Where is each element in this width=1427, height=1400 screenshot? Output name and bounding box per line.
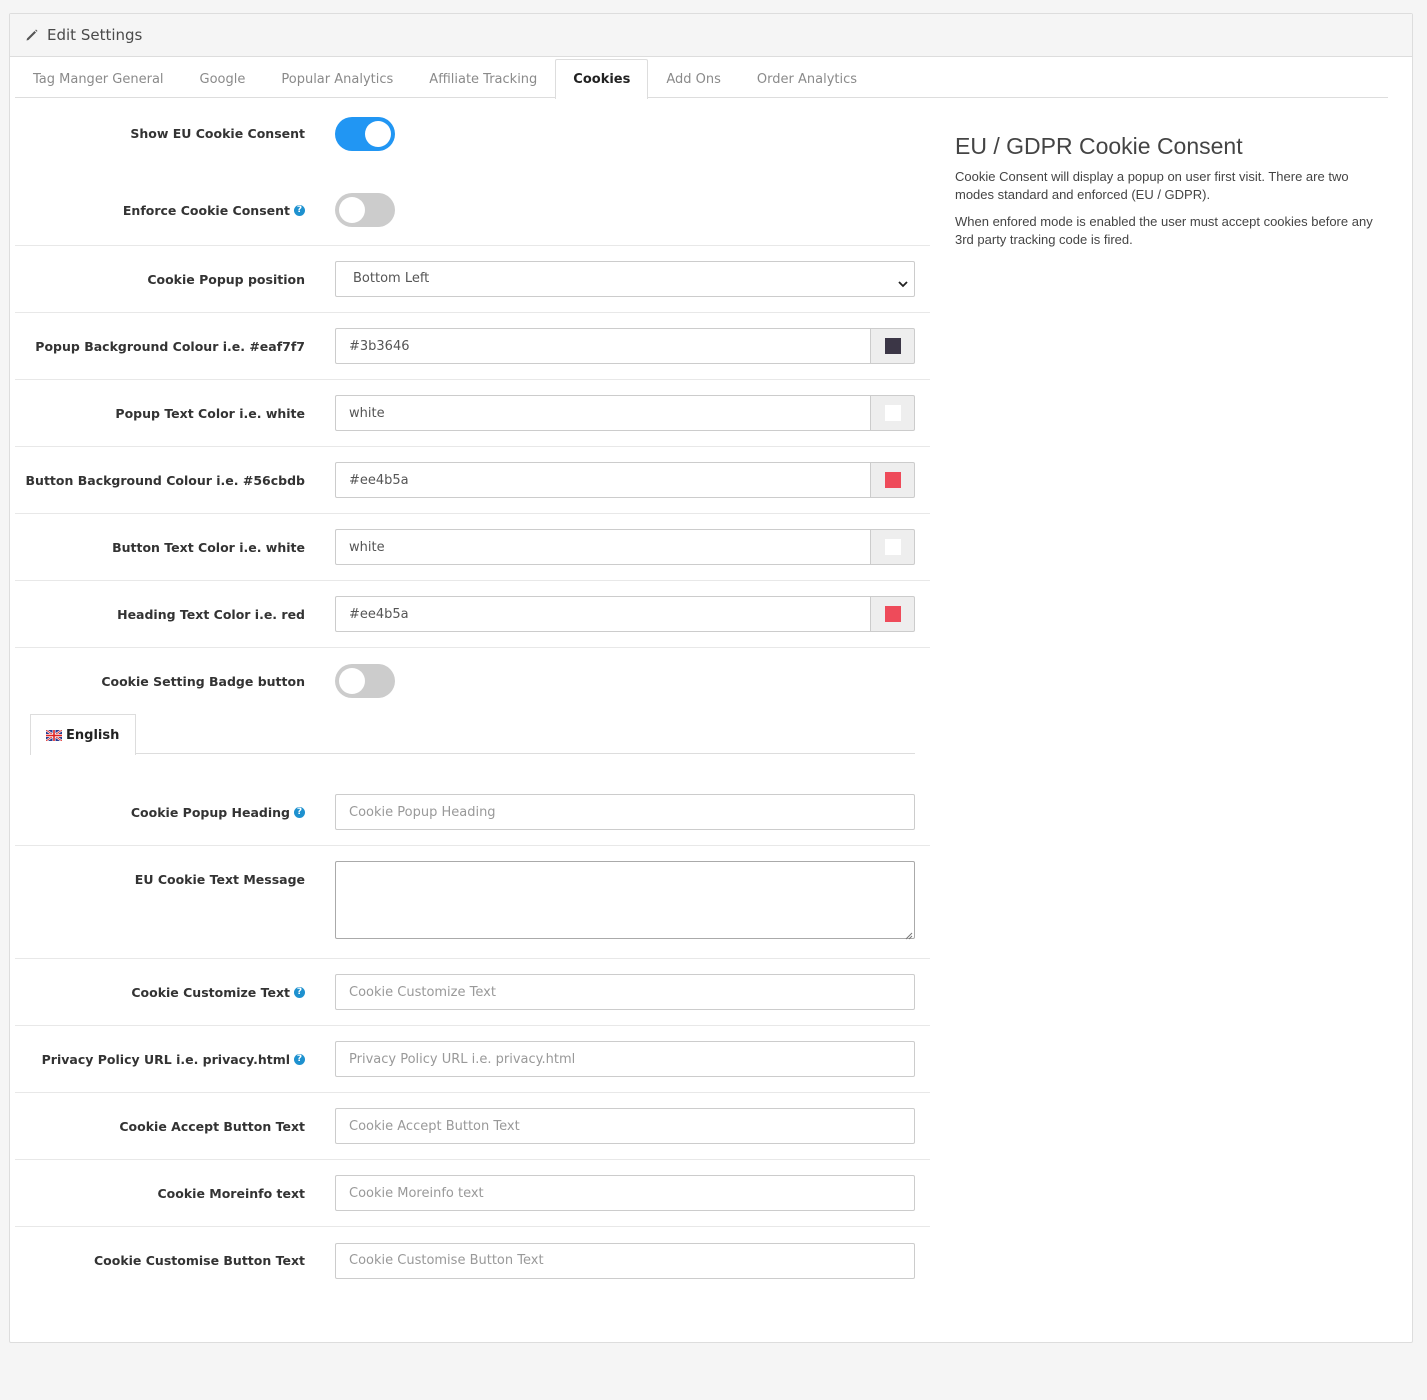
button-text-color-picker[interactable] xyxy=(871,529,915,565)
color-swatch xyxy=(884,539,901,555)
popup-heading-label-wrap: Cookie Popup Heading ? xyxy=(15,794,305,830)
form-row-text-message: EU Cookie Text Message xyxy=(15,846,930,959)
language-tabs: English xyxy=(30,714,915,755)
chevron-down-icon xyxy=(897,271,909,288)
panel-title: Edit Settings xyxy=(47,26,143,44)
form-row-customize-text: Cookie Customize Text ? xyxy=(15,959,930,1026)
tab-language-english[interactable]: English xyxy=(30,714,137,755)
popup-bg-label: Popup Background Colour i.e. #eaf7f7 xyxy=(35,338,305,354)
accept-text-input[interactable] xyxy=(335,1108,915,1144)
privacy-url-input[interactable] xyxy=(335,1041,915,1077)
tab-google[interactable]: Google xyxy=(182,59,264,98)
pencil-icon xyxy=(25,28,39,42)
privacy-url-label: Privacy Policy URL i.e. privacy.html xyxy=(41,1051,290,1067)
tab-popular-analytics[interactable]: Popular Analytics xyxy=(263,59,411,98)
info-paragraph-2: When enfored mode is enabled the user mu… xyxy=(955,214,1373,247)
popup-text-label: Popup Text Color i.e. white xyxy=(115,405,305,421)
form-row-moreinfo-text: Cookie Moreinfo text xyxy=(15,1160,930,1227)
help-icon[interactable]: ? xyxy=(294,806,305,818)
toggle-knob xyxy=(365,120,391,147)
heading-text-input[interactable] xyxy=(335,596,871,632)
text-message-textarea[interactable] xyxy=(335,861,915,940)
customise-button-text-input[interactable] xyxy=(335,1242,915,1279)
info-panel: EU / GDPR Cookie Consent Cookie Consent … xyxy=(955,133,1385,258)
heading-text-color-picker[interactable] xyxy=(871,596,915,632)
form-row-badge-button: Cookie Setting Badge button xyxy=(15,648,930,714)
tab-add-ons[interactable]: Add Ons xyxy=(648,59,739,98)
moreinfo-text-label: Cookie Moreinfo text xyxy=(157,1185,306,1201)
button-bg-input[interactable] xyxy=(335,462,871,498)
form-row-customise-button-text: Cookie Customise Button Text xyxy=(15,1227,930,1294)
help-icon[interactable]: ? xyxy=(294,986,305,998)
popup-heading-input[interactable] xyxy=(335,794,915,830)
form-row-heading-text: Heading Text Color i.e. red xyxy=(15,581,930,648)
toggle-knob xyxy=(339,668,365,694)
button-bg-color-picker[interactable] xyxy=(871,462,915,498)
form-row-popup-text: Popup Text Color i.e. white xyxy=(15,380,930,447)
popup-bg-color-picker[interactable] xyxy=(871,328,915,364)
button-bg-label: Button Background Colour i.e. #56cbdb xyxy=(25,472,305,488)
form-row-enforce-consent: Enforce Cookie Consent ? xyxy=(15,169,930,246)
form-row-accept-text: Cookie Accept Button Text xyxy=(15,1093,930,1160)
popup-heading-label: Cookie Popup Heading xyxy=(130,804,290,820)
info-paragraph-1: Cookie Consent will display a popup on u… xyxy=(955,169,1349,202)
resize-grip-icon[interactable] xyxy=(905,929,913,940)
show-consent-toggle[interactable] xyxy=(335,116,395,151)
popup-position-select[interactable]: Bottom Left xyxy=(335,261,915,297)
popup-bg-input[interactable] xyxy=(335,328,871,364)
color-swatch xyxy=(884,405,901,421)
form-row-show-consent: Show EU Cookie Consent xyxy=(15,98,930,169)
form-row-button-bg: Button Background Colour i.e. #56cbdb xyxy=(15,447,930,514)
popup-text-input[interactable] xyxy=(335,395,871,431)
color-swatch xyxy=(884,606,901,622)
cookie-settings-form: Show EU Cookie Consent Enforce Cookie Co… xyxy=(15,98,930,1294)
tab-cookies[interactable]: Cookies xyxy=(555,59,649,99)
show-consent-label: Show EU Cookie Consent xyxy=(130,126,305,141)
text-message-label: EU Cookie Text Message xyxy=(134,871,305,887)
popup-text-color-picker[interactable] xyxy=(871,395,915,431)
form-row-popup-heading: Cookie Popup Heading ? xyxy=(15,778,930,846)
heading-text-label: Heading Text Color i.e. red xyxy=(117,606,305,622)
tab-affiliate-tracking[interactable]: Affiliate Tracking xyxy=(411,59,555,98)
tab-order-analytics[interactable]: Order Analytics xyxy=(739,59,875,98)
panel-heading: Edit Settings xyxy=(10,14,1412,57)
color-swatch xyxy=(884,472,901,488)
customize-text-input[interactable] xyxy=(335,974,915,1010)
badge-button-label: Cookie Setting Badge button xyxy=(101,673,305,689)
enforce-consent-label: Enforce Cookie Consent xyxy=(122,202,290,218)
customize-text-label: Cookie Customize Text xyxy=(131,984,290,1000)
tab-tag-manager-general[interactable]: Tag Manger General xyxy=(15,59,182,98)
popup-position-value: Bottom Left xyxy=(353,271,430,286)
language-tab-label: English xyxy=(66,727,120,743)
enforce-consent-toggle[interactable] xyxy=(335,193,395,227)
accept-text-label: Cookie Accept Button Text xyxy=(119,1118,305,1134)
help-icon[interactable]: ? xyxy=(294,204,305,216)
form-row-popup-bg: Popup Background Colour i.e. #eaf7f7 xyxy=(15,313,930,380)
form-row-popup-position: Cookie Popup position Bottom Left xyxy=(15,246,930,313)
popup-position-label: Cookie Popup position xyxy=(147,271,305,287)
info-title: EU / GDPR Cookie Consent xyxy=(955,133,1243,159)
privacy-url-label-wrap: Privacy Policy URL i.e. privacy.html ? xyxy=(15,1052,305,1067)
button-text-input[interactable] xyxy=(335,529,871,565)
uk-flag-icon xyxy=(45,728,63,742)
help-icon[interactable]: ? xyxy=(294,1053,305,1065)
customize-text-label-wrap: Cookie Customize Text ? xyxy=(15,985,305,1000)
moreinfo-text-input[interactable] xyxy=(335,1175,915,1211)
enforce-consent-label-wrap: Enforce Cookie Consent ? xyxy=(15,193,305,227)
badge-button-toggle[interactable] xyxy=(335,664,395,698)
button-text-label: Button Text Color i.e. white xyxy=(112,539,305,555)
settings-tabs: Tag Manger General Google Popular Analyt… xyxy=(15,59,1388,99)
color-swatch xyxy=(884,338,901,354)
form-row-button-text: Button Text Color i.e. white xyxy=(15,514,930,581)
form-row-privacy-url: Privacy Policy URL i.e. privacy.html ? xyxy=(15,1026,930,1093)
customise-button-text-label: Cookie Customise Button Text xyxy=(93,1253,305,1268)
toggle-knob xyxy=(339,197,365,223)
